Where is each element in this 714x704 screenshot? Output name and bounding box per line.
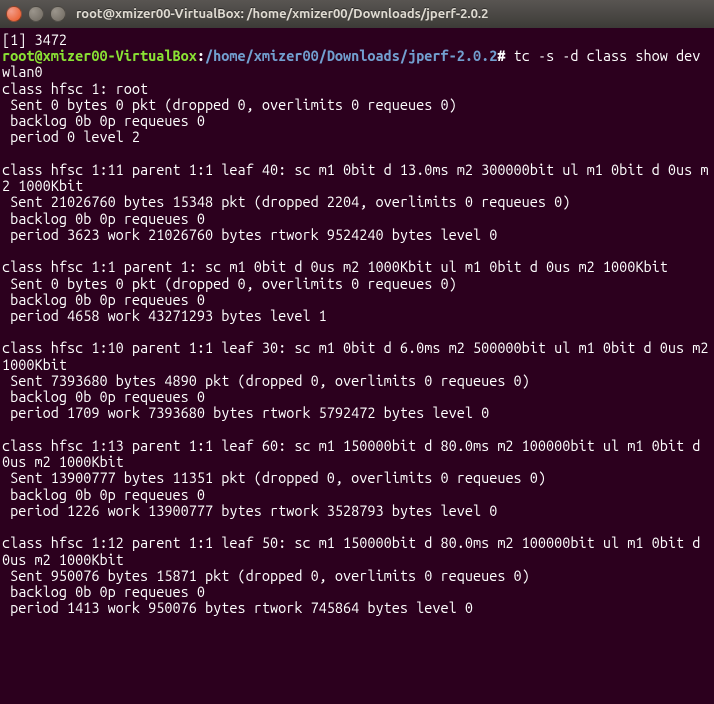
output-line: backlog 0b 0p requeues 0 — [2, 210, 205, 227]
output-line: period 0 level 2 — [2, 128, 140, 145]
output-line: backlog 0b 0p requeues 0 — [2, 388, 205, 405]
output-line: class hfsc 1:12 parent 1:1 leaf 50: sc m… — [2, 534, 708, 567]
terminal-output[interactable]: [1] 3472 root@xmizer00-VirtualBox:/home/… — [0, 28, 714, 704]
maximize-icon[interactable] — [50, 6, 66, 22]
output-line: Sent 950076 bytes 15871 pkt (dropped 0, … — [2, 567, 530, 584]
output-line: backlog 0b 0p requeues 0 — [2, 486, 205, 503]
output-line: Sent 7393680 bytes 4890 pkt (dropped 0, … — [2, 372, 530, 389]
output-line: class hfsc 1:10 parent 1:1 leaf 30: sc m… — [2, 339, 714, 372]
output-line: [1] 3472 — [2, 31, 67, 48]
output-line: class hfsc 1: root — [2, 80, 148, 97]
prompt-user-host: root@xmizer00-VirtualBox — [2, 47, 197, 64]
output-line: Sent 0 bytes 0 pkt (dropped 0, overlimit… — [2, 96, 457, 113]
output-line: backlog 0b 0p requeues 0 — [2, 583, 205, 600]
output-line: class hfsc 1:13 parent 1:1 leaf 60: sc m… — [2, 437, 708, 470]
output-line: backlog 0b 0p requeues 0 — [2, 291, 205, 308]
output-line: period 4658 work 43271293 bytes level 1 — [2, 307, 327, 324]
output-line: class hfsc 1:11 parent 1:1 leaf 40: sc m… — [2, 161, 708, 194]
output-line: Sent 13900777 bytes 11351 pkt (dropped 0… — [2, 469, 546, 486]
prompt-path: /home/xmizer00/Downloads/jperf-2.0.2 — [205, 47, 497, 64]
output-line: period 1413 work 950076 bytes rtwork 745… — [2, 599, 473, 616]
minimize-icon[interactable] — [28, 6, 44, 22]
output-line: Sent 21026760 bytes 15348 pkt (dropped 2… — [2, 193, 570, 210]
output-line: backlog 0b 0p requeues 0 — [2, 112, 205, 129]
output-line: period 1226 work 13900777 bytes rtwork 3… — [2, 502, 497, 519]
window-title: root@xmizer00-VirtualBox: /home/xmizer00… — [76, 7, 488, 21]
output-line: class hfsc 1:1 parent 1: sc m1 0bit d 0u… — [2, 258, 668, 275]
prompt-sep: : — [197, 47, 205, 64]
titlebar: root@xmizer00-VirtualBox: /home/xmizer00… — [0, 0, 714, 28]
output-line: period 1709 work 7393680 bytes rtwork 57… — [2, 404, 489, 421]
output-line: Sent 0 bytes 0 pkt (dropped 0, overlimit… — [2, 275, 457, 292]
output-line: period 3623 work 21026760 bytes rtwork 9… — [2, 226, 497, 243]
close-icon[interactable] — [6, 6, 22, 22]
